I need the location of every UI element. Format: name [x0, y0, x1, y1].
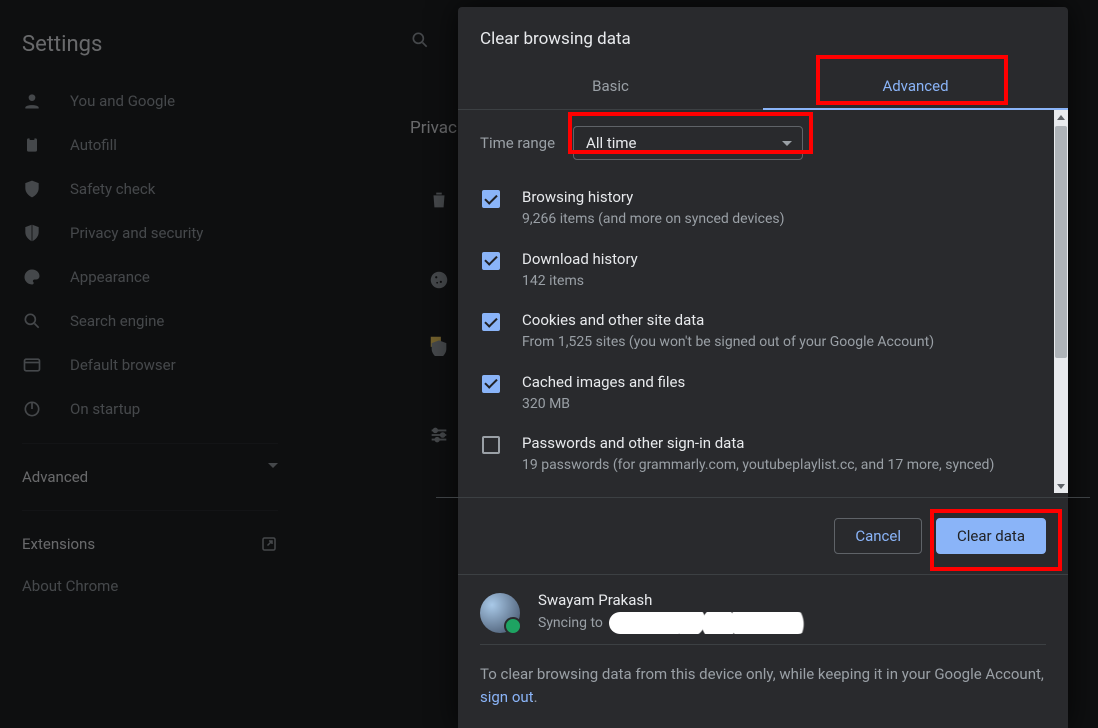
checkbox-subtitle: 142 items [522, 272, 1046, 292]
shield-check-icon [22, 179, 42, 199]
sidebar-item-you-and-google[interactable]: You and Google [0, 79, 300, 123]
sidebar-item-label: Privacy and security [70, 224, 203, 242]
footer-text-part2: . [534, 688, 538, 706]
dialog-footer: Swayam Prakash Syncing to To clear brows… [458, 574, 1068, 728]
person-icon [22, 91, 42, 111]
cancel-button[interactable]: Cancel [834, 518, 922, 554]
shield-icon [22, 223, 42, 243]
user-name: Swayam Prakash [538, 591, 809, 609]
scrollbar[interactable] [1054, 110, 1068, 493]
trash-icon [428, 189, 450, 211]
checkbox-cache[interactable] [482, 375, 500, 393]
browser-icon [22, 355, 42, 375]
clear-data-button[interactable]: Clear data [936, 518, 1046, 554]
sidebar-item-search-engine[interactable]: Search engine [0, 299, 300, 343]
time-range-select[interactable]: All time [573, 126, 803, 160]
tune-icon [428, 424, 450, 446]
sidebar-divider [22, 443, 278, 444]
power-icon [22, 399, 42, 419]
sidebar-item-privacy[interactable]: Privacy and security [0, 211, 300, 255]
sidebar-item-label: Search engine [70, 312, 164, 330]
checkbox-title: Download history [522, 250, 1046, 268]
sidebar-item-autofill[interactable]: Autofill [0, 123, 300, 167]
sign-out-link[interactable]: sign out [480, 688, 534, 706]
extensions-label: Extensions [22, 535, 95, 553]
sidebar-item-label: On startup [70, 400, 140, 418]
checkbox-passwords[interactable] [482, 436, 500, 454]
time-range-label: Time range [480, 134, 555, 152]
checkbox-download-history[interactable] [482, 252, 500, 270]
sync-prefix: Syncing to [538, 615, 603, 631]
checkbox-cookies[interactable] [482, 313, 500, 331]
tab-basic[interactable]: Basic [458, 63, 763, 109]
chevron-down-icon [782, 141, 792, 146]
sidebar-item-default-browser[interactable]: Default browser [0, 343, 300, 387]
checkbox-row-download-history: Download history 142 items [480, 240, 1046, 302]
checkbox-title: Browsing history [522, 188, 1046, 206]
sidebar-item-label: Default browser [70, 356, 176, 374]
checkbox-row-cookies: Cookies and other site data From 1,525 s… [480, 301, 1046, 363]
page-section-title: Privac [410, 118, 457, 138]
scroll-down-icon[interactable] [1054, 479, 1068, 493]
checkbox-subtitle: From 1,525 sites (you won't be signed ou… [522, 333, 1046, 353]
sidebar-item-label: Safety check [70, 180, 155, 198]
advanced-label: Advanced [22, 468, 88, 486]
redacted-email [609, 612, 809, 634]
sidebar-item-label: Appearance [70, 268, 150, 286]
sidebar-title: Settings [0, 20, 300, 79]
chevron-down-icon [268, 468, 278, 486]
checkbox-title: Cookies and other site data [522, 311, 1046, 329]
dialog-buttons: Cancel Clear data [458, 498, 1068, 574]
sidebar-item-appearance[interactable]: Appearance [0, 255, 300, 299]
sidebar-advanced-toggle[interactable]: Advanced [0, 456, 300, 498]
checkbox-row-cache: Cached images and files 320 MB [480, 363, 1046, 425]
search-icon [22, 311, 42, 331]
sidebar-item-on-startup[interactable]: On startup [0, 387, 300, 431]
footer-text-part1: To clear browsing data from this device … [480, 665, 1044, 683]
tab-advanced[interactable]: Advanced [763, 63, 1068, 109]
shield-icon [428, 334, 450, 356]
sidebar-about-link[interactable]: About Chrome [0, 565, 300, 607]
footer-info-text: To clear browsing data from this device … [480, 663, 1046, 708]
time-range-value: All time [586, 134, 636, 152]
checkbox-browsing-history[interactable] [482, 190, 500, 208]
scroll-thumb[interactable] [1055, 126, 1067, 358]
checkbox-row-passwords: Passwords and other sign-in data 19 pass… [480, 424, 1046, 486]
external-link-icon [260, 535, 278, 553]
scroll-up-icon[interactable] [1054, 110, 1068, 124]
checkbox-subtitle: 9,266 items (and more on synced devices) [522, 210, 1046, 230]
checkbox-row-browsing-history: Browsing history 9,266 items (and more o… [480, 178, 1046, 240]
user-account-row: Swayam Prakash Syncing to [480, 591, 1046, 645]
settings-search[interactable] [410, 30, 430, 50]
time-range-row: Time range All time [480, 126, 1046, 160]
checkbox-title: Cached images and files [522, 373, 1046, 391]
settings-sidebar: Settings You and Google Autofill Safety … [0, 0, 300, 728]
dialog-content: Time range All time Browsing history 9,2… [458, 110, 1068, 493]
avatar [480, 593, 520, 633]
clear-browsing-data-dialog: Clear browsing data Basic Advanced Time … [458, 7, 1068, 728]
sync-status: Syncing to [538, 612, 809, 634]
sidebar-item-label: You and Google [70, 92, 175, 110]
cookie-icon [428, 269, 450, 291]
sidebar-divider [22, 510, 278, 511]
search-icon [410, 30, 430, 50]
checkbox-subtitle: 19 passwords (for grammarly.com, youtube… [522, 456, 1046, 476]
palette-icon [22, 267, 42, 287]
checkbox-subtitle: 320 MB [522, 395, 1046, 415]
sidebar-extensions-link[interactable]: Extensions [0, 523, 300, 565]
about-label: About Chrome [22, 577, 118, 595]
clipboard-icon [22, 135, 42, 155]
sidebar-item-label: Autofill [70, 136, 117, 154]
dialog-title: Clear browsing data [458, 7, 1068, 63]
dialog-tabs: Basic Advanced [458, 63, 1068, 110]
checkbox-title: Passwords and other sign-in data [522, 434, 1046, 452]
sidebar-item-safety-check[interactable]: Safety check [0, 167, 300, 211]
